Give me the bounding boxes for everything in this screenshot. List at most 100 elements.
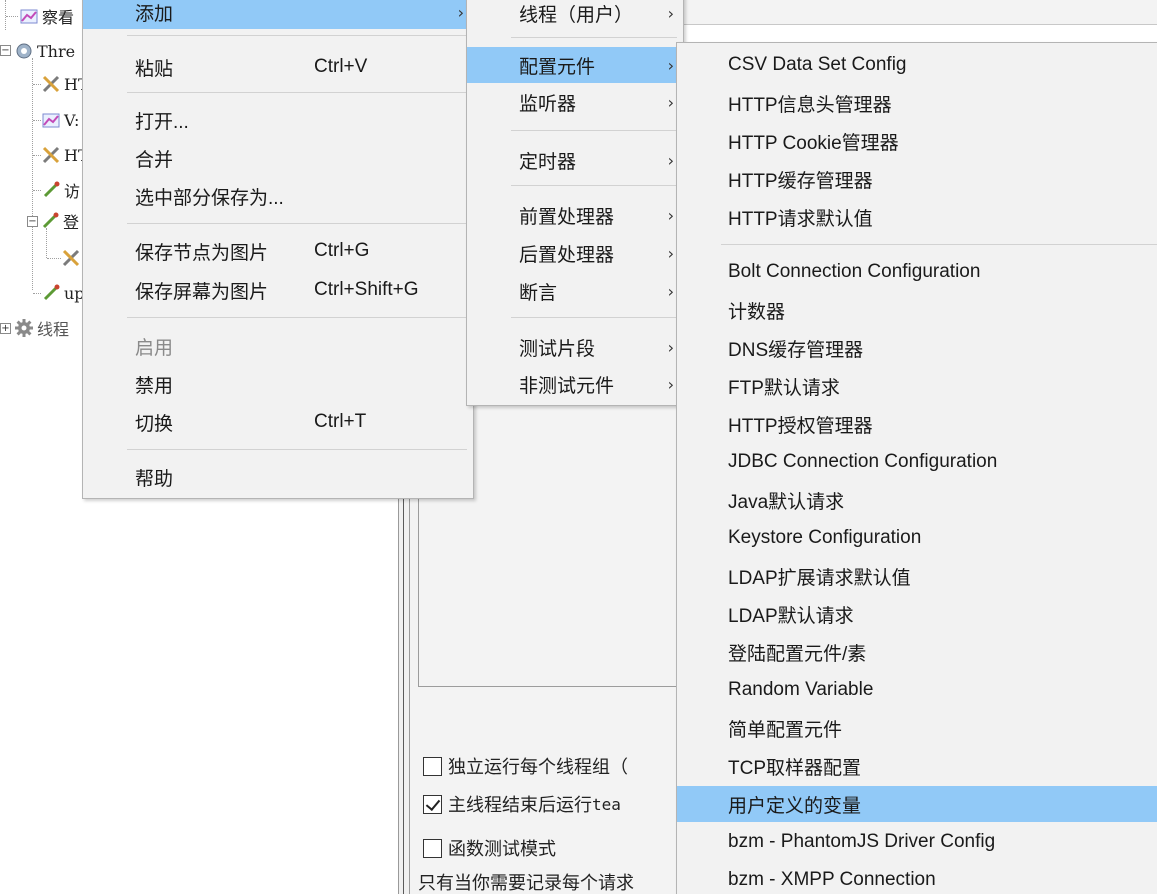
tree-item-thread-group[interactable]: 线程	[14, 313, 69, 343]
collapse-icon[interactable]: −	[27, 216, 38, 227]
chevron-right-icon: ›	[667, 150, 674, 170]
menu-item-post-processor[interactable]: 后置处理器 ›	[467, 235, 683, 271]
add-submenu: 线程（用户） › 配置元件 › 监听器 › 定时器 › 前置处理器 › 后置处理…	[466, 0, 684, 406]
config-menu-item[interactable]: JDBC Connection Configuration	[677, 444, 1157, 480]
menu-item-save-node-image[interactable]: 保存节点为图片 Ctrl+G	[83, 233, 473, 269]
functional-mode-option[interactable]: 函数测试模式	[423, 834, 678, 862]
thread-group-icon	[14, 41, 34, 61]
config-menu-item[interactable]: Bolt Connection Configuration	[677, 254, 1157, 290]
menu-item-label: HTTP Cookie管理器	[728, 132, 899, 154]
menu-item-save-screen-image[interactable]: 保存屏幕为图片 Ctrl+Shift+G	[83, 272, 473, 308]
chevron-right-icon: ›	[457, 2, 464, 22]
menu-item-label: LDAP扩展请求默认值	[728, 567, 911, 589]
listener-icon	[41, 110, 61, 130]
menu-item-label: 登陆配置元件/素	[728, 643, 867, 665]
menu-item-paste[interactable]: 粘贴 Ctrl+V	[83, 49, 473, 85]
config-menu-item[interactable]: Random Variable	[677, 672, 1157, 708]
config-element-submenu: CSV Data Set Config HTTP信息头管理器 HTTP Cookie…	[676, 42, 1157, 894]
menu-item-disable[interactable]: 禁用	[83, 366, 473, 402]
tree-item-config[interactable]	[47, 243, 84, 273]
config-menu-item[interactable]: bzm - XMPP Connection	[677, 862, 1157, 894]
config-menu-item[interactable]: CSV Data Set Config	[677, 47, 1157, 83]
expand-icon[interactable]: +	[0, 323, 11, 334]
config-menu-item[interactable]: HTTP请求默认值	[677, 199, 1157, 235]
config-menu-item[interactable]: 用户定义的变量	[677, 786, 1157, 822]
functional-mode-checkbox[interactable]	[423, 838, 442, 858]
tree-item-sampler[interactable]: 访	[33, 175, 80, 205]
tree-item-sampler[interactable]: up	[33, 278, 85, 308]
tree-item-thread-group[interactable]: Thre	[14, 36, 75, 66]
tree-item-sampler[interactable]: 登	[40, 206, 79, 236]
config-menu-item[interactable]: 登陆配置元件/素	[677, 634, 1157, 670]
menu-item-toggle[interactable]: 切换 Ctrl+T	[83, 404, 473, 440]
collapse-icon[interactable]: −	[0, 45, 11, 56]
menu-item-save-selection[interactable]: 选中部分保存为...	[83, 178, 473, 214]
teardown-option[interactable]: 主线程结束后运行 tea	[423, 790, 678, 818]
run-each-group-option[interactable]: 独立运行每个线程组（	[423, 752, 678, 780]
tree-item-label: 线程	[37, 320, 70, 339]
tree-item-listener[interactable]: 察看	[6, 1, 74, 31]
tree-item-listener[interactable]: V:	[33, 105, 79, 135]
menu-item-label: LDAP默认请求	[728, 605, 854, 627]
menu-item-help[interactable]: 帮助	[83, 459, 473, 495]
chevron-right-icon: ›	[667, 374, 674, 394]
functional-mode-note: 只有当你需要记录每个请求	[418, 868, 673, 894]
config-icon	[41, 145, 61, 165]
menu-item-threads[interactable]: 线程（用户） ›	[467, 0, 683, 31]
tree-item-config[interactable]: HT	[33, 69, 89, 99]
config-menu-item[interactable]: HTTP授权管理器	[677, 406, 1157, 442]
config-menu-item[interactable]: HTTP缓存管理器	[677, 161, 1157, 197]
menu-item-config-element[interactable]: 配置元件 ›	[467, 47, 683, 83]
gear-icon	[14, 318, 34, 338]
menu-item-open[interactable]: 打开...	[83, 102, 473, 138]
config-menu-item[interactable]: 简单配置元件	[677, 710, 1157, 746]
config-menu-item[interactable]: DNS缓存管理器	[677, 330, 1157, 366]
menu-item-label: 计数器	[728, 301, 786, 323]
menu-item-label: HTTP信息头管理器	[728, 94, 892, 116]
config-menu-item[interactable]: TCP取样器配置	[677, 748, 1157, 784]
menu-item-listener[interactable]: 监听器 ›	[467, 84, 683, 120]
config-menu-item[interactable]: FTP默认请求	[677, 368, 1157, 404]
menu-item-pre-processor[interactable]: 前置处理器 ›	[467, 197, 683, 233]
config-menu-item[interactable]: 计数器	[677, 292, 1157, 328]
menu-item-test-fragment[interactable]: 测试片段 ›	[467, 329, 683, 365]
run-each-group-checkbox[interactable]	[423, 756, 442, 776]
menu-item-label: bzm - PhantomJS Driver Config	[728, 831, 996, 852]
tree-item-label: 察看	[42, 8, 75, 27]
menu-item-label: Java默认请求	[728, 491, 845, 513]
config-menu-item[interactable]: HTTP信息头管理器	[677, 85, 1157, 121]
config-icon	[41, 74, 61, 94]
menu-item-non-test-elements[interactable]: 非测试元件 ›	[467, 366, 683, 402]
menu-item-assertion[interactable]: 断言 ›	[467, 273, 683, 309]
menu-item-label: HTTP请求默认值	[728, 208, 873, 230]
config-menu-item[interactable]: HTTP Cookie管理器	[677, 123, 1157, 159]
menu-item-label: HTTP授权管理器	[728, 415, 873, 437]
menu-item-label: Bolt Connection Configuration	[728, 261, 981, 282]
menu-item-label: DNS缓存管理器	[728, 339, 864, 361]
option-label: 独立运行每个线程组（	[448, 757, 628, 778]
config-menu-item[interactable]: LDAP扩展请求默认值	[677, 558, 1157, 594]
menu-item-label: 简单配置元件	[728, 719, 843, 741]
chevron-right-icon: ›	[667, 3, 674, 23]
config-menu-item[interactable]: Java默认请求	[677, 482, 1157, 518]
chevron-right-icon: ›	[667, 281, 674, 301]
menu-item-merge[interactable]: 合并	[83, 140, 473, 176]
config-menu-item[interactable]: LDAP默认请求	[677, 596, 1157, 632]
chevron-right-icon: ›	[667, 205, 674, 225]
menu-item-timer[interactable]: 定时器 ›	[467, 142, 683, 178]
menu-item-label: bzm - XMPP Connection	[728, 869, 936, 890]
option-label: 函数测试模式	[448, 839, 556, 860]
menu-item-add[interactable]: 添加 ›	[83, 0, 473, 29]
chevron-right-icon: ›	[667, 337, 674, 357]
tree-item-label: V:	[64, 110, 80, 130]
menu-item-label: TCP取样器配置	[728, 757, 862, 779]
tree-item-config[interactable]: HT	[33, 140, 89, 170]
config-menu-item[interactable]: Keystore Configuration	[677, 520, 1157, 556]
tree-item-label: 访	[64, 182, 81, 201]
config-menu-item[interactable]: bzm - PhantomJS Driver Config	[677, 824, 1157, 860]
note-text: 只有当你需要记录每个请求	[418, 873, 634, 894]
tree-item-label: Thre	[37, 41, 76, 61]
sampler-icon	[41, 283, 61, 303]
menu-item-label: Random Variable	[728, 679, 874, 700]
teardown-checkbox[interactable]	[423, 794, 442, 814]
